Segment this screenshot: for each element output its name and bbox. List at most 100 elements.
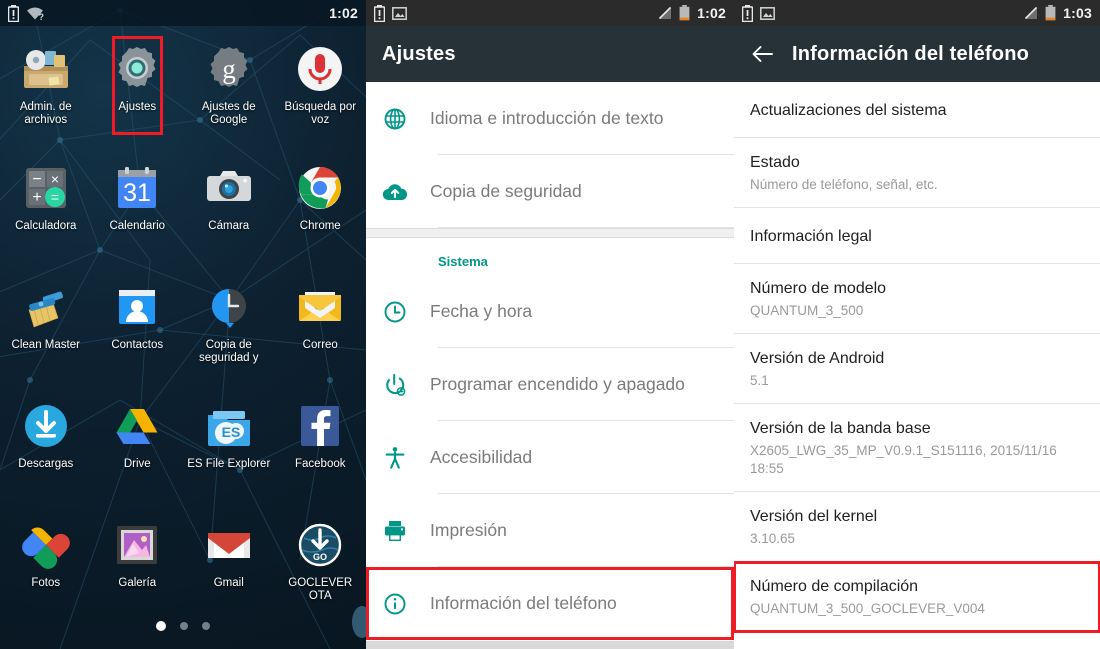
battery-icon xyxy=(679,5,690,21)
es-file-explorer-icon: ES xyxy=(204,401,254,451)
app-label: Descargas xyxy=(18,458,74,470)
settings-row-impresi-n[interactable]: Impresión xyxy=(366,494,734,567)
settings-row-fecha-y-hora[interactable]: Fecha y hora xyxy=(366,275,734,348)
about-row-title: Versión de Android xyxy=(750,350,885,367)
app-label: Ajustes xyxy=(118,101,157,113)
about-row-subtitle: X2605_LWG_35_MP_V0.9.1_S151116, 2015/11/… xyxy=(750,443,1057,476)
app-label: Facebook xyxy=(294,458,346,470)
settings-row-informaci-n-del-tel-fono[interactable]: Información del teléfono xyxy=(366,567,734,640)
settings-row-label: Copia de seguridad xyxy=(430,181,582,201)
page-dot-3[interactable] xyxy=(202,622,210,630)
app-icon-copia-de-seguridad-y[interactable]: Copia de seguridad y xyxy=(183,272,275,391)
app-icon-contactos[interactable]: Contactos xyxy=(92,272,184,391)
app-label: Copia de seguridad y xyxy=(199,339,259,364)
status-bar-clock: 1:02 xyxy=(329,5,358,21)
about-phone-panel: 1:03 Información del teléfono Actualizac… xyxy=(734,0,1100,649)
settings-row-accesibilidad[interactable]: Accesibilidad xyxy=(366,421,734,494)
settings-list-top: Idioma e introducción de texto Copia de s… xyxy=(366,82,734,228)
about-row-estado[interactable]: Estado Número de teléfono, señal, etc. xyxy=(734,138,1100,208)
calendar-icon: 31 xyxy=(112,163,162,213)
app-icon-clean-master[interactable]: Clean Master xyxy=(0,272,92,391)
page-title: Información del teléfono xyxy=(792,42,1030,65)
page-title: Ajustes xyxy=(382,42,456,65)
app-icon-gmail[interactable]: Gmail xyxy=(183,510,275,603)
app-label: Galería xyxy=(118,577,157,589)
app-label: Calculadora xyxy=(15,220,77,232)
app-label: Correo xyxy=(302,339,338,351)
status-bar-home: ? 1:02 xyxy=(0,0,366,26)
power-schedule-icon xyxy=(382,372,408,398)
svg-text:−: − xyxy=(32,171,41,188)
about-row-subtitle: Número de teléfono, señal, etc. xyxy=(750,177,938,192)
about-row-title: Número de modelo xyxy=(750,280,887,297)
clean-master-broom-icon xyxy=(21,282,71,332)
app-icon-goclever-ota[interactable]: GO GOCLEVER OTA xyxy=(275,510,367,603)
settings-section-divider xyxy=(366,228,734,238)
about-row-versi-n-de-la-banda-base[interactable]: Versión de la banda base X2605_LWG_35_MP_… xyxy=(734,404,1100,492)
app-label: Búsqueda por voz xyxy=(284,101,357,126)
goclever-ota-icon: GO xyxy=(295,520,345,570)
about-row-title: Actualizaciones del sistema xyxy=(750,101,947,119)
about-row-title: Versión del kernel xyxy=(750,508,878,525)
settings-panel: 1:02 Ajustes Idioma e introducción de te… xyxy=(366,0,734,649)
about-list: Actualizaciones del sistema Estado Número … xyxy=(734,82,1100,633)
status-bar-about: 1:03 xyxy=(734,0,1100,26)
app-label: Clean Master xyxy=(11,339,80,351)
svg-text:GO: GO xyxy=(313,552,327,562)
about-row-subtitle: 3.10.65 xyxy=(750,531,796,546)
accessibility-icon xyxy=(382,445,408,471)
page-indicator-dots[interactable] xyxy=(0,603,366,649)
app-icon-ajustes[interactable]: Ajustes xyxy=(92,34,184,153)
app-icon-calendario[interactable]: 31 Calendario xyxy=(92,153,184,272)
app-icon-drive[interactable]: Drive xyxy=(92,391,184,510)
row-divider xyxy=(438,227,734,228)
about-row-title: Estado xyxy=(750,154,800,171)
app-icon-es-file-explorer[interactable]: ES ES File Explorer xyxy=(183,391,275,510)
page-dot-1[interactable] xyxy=(156,621,166,631)
settings-bottom-bar xyxy=(366,641,734,649)
settings-row-label: Accesibilidad xyxy=(430,447,533,467)
app-label: GOCLEVER OTA xyxy=(288,577,353,602)
app-icon-admin-de-archivos[interactable]: Admin. de archivos xyxy=(0,34,92,153)
back-arrow-icon[interactable] xyxy=(750,42,774,66)
about-row-informaci-n-legal[interactable]: Información legal xyxy=(734,208,1100,264)
svg-text:31: 31 xyxy=(123,179,151,207)
clock-icon xyxy=(382,299,408,325)
google-settings-icon: g xyxy=(204,44,254,94)
no-signal-icon xyxy=(1024,6,1038,20)
settings-row-idioma-e-introducci-n-de-texto[interactable]: Idioma e introducción de texto xyxy=(366,82,734,155)
about-row-versi-n-del-kernel[interactable]: Versión del kernel 3.10.65 xyxy=(734,492,1100,562)
app-icon-descargas[interactable]: Descargas xyxy=(0,391,92,510)
about-row-actualizaciones-del-sistema[interactable]: Actualizaciones del sistema xyxy=(734,82,1100,138)
settings-list-system: Fecha y hora Programar encendido y apagad… xyxy=(366,275,734,640)
app-icon-fotos[interactable]: Fotos xyxy=(0,510,92,603)
battery-alert-icon xyxy=(8,4,19,22)
app-icon-c-mara[interactable]: Cámara xyxy=(183,153,275,272)
settings-row-label: Fecha y hora xyxy=(430,301,533,321)
app-icon-calculadora[interactable]: − × + = Calculadora xyxy=(0,153,92,272)
page-dot-2[interactable] xyxy=(180,622,188,630)
app-icon-facebook[interactable]: Facebook xyxy=(275,391,367,510)
voice-search-microphone-icon xyxy=(295,44,345,94)
email-icon: @ xyxy=(295,282,345,332)
about-row-versi-n-de-android[interactable]: Versión de Android 5.1 xyxy=(734,334,1100,404)
about-row-n-mero-de-modelo[interactable]: Número de modelo QUANTUM_3_500 xyxy=(734,264,1100,334)
status-bar-clock: 1:02 xyxy=(697,5,726,21)
facebook-icon xyxy=(295,401,345,451)
app-icon-correo[interactable]: @ Correo xyxy=(275,272,367,391)
svg-text:g: g xyxy=(222,54,236,84)
app-label: Fotos xyxy=(31,577,61,589)
app-icon-chrome[interactable]: Chrome xyxy=(275,153,367,272)
app-icon-ajustes-de-google[interactable]: g Ajustes de Google xyxy=(183,34,275,153)
app-icon-galer-a[interactable]: Galería xyxy=(92,510,184,603)
settings-row-label: Programar encendido y apagado xyxy=(430,374,685,394)
settings-row-programar-encendido-y-apagado[interactable]: Programar encendido y apagado xyxy=(366,348,734,421)
settings-row-label: Impresión xyxy=(430,520,507,540)
settings-row-copia-de-seguridad[interactable]: Copia de seguridad xyxy=(366,155,734,228)
app-label: Ajustes de Google xyxy=(201,101,256,126)
about-row-n-mero-de-compilaci-n[interactable]: Número de compilación QUANTUM_3_500_GOCLE… xyxy=(734,561,1100,633)
google-photos-icon xyxy=(21,520,71,570)
app-icon-b-squeda-por-voz[interactable]: Búsqueda por voz xyxy=(275,34,367,153)
settings-gear-icon xyxy=(112,44,162,94)
calculator-icon: − × + = xyxy=(21,163,71,213)
